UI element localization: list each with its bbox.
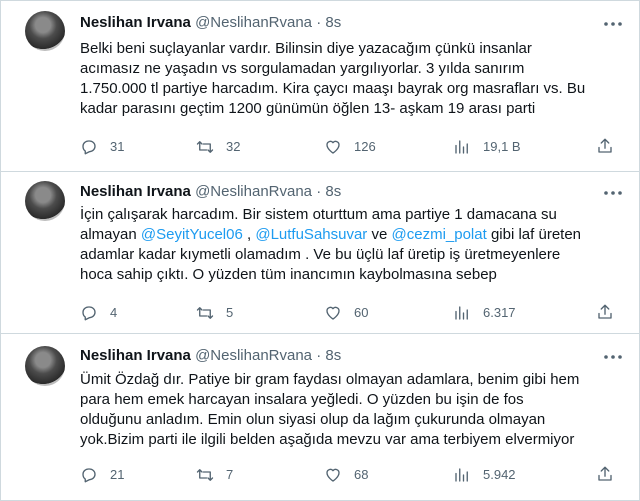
mention-link[interactable]: @cezmi_polat <box>392 226 487 243</box>
tweet-text: Belki beni suçlayanlar vardır. Bilinsin … <box>80 39 630 119</box>
mention-link[interactable]: @LutfuSahsuvar <box>255 226 367 243</box>
tweet-text-line: Ümit Özdağ dır. Patiye bir gram faydası … <box>80 371 580 388</box>
mention-link[interactable]: @SeyitYucel06 <box>141 226 243 243</box>
share-icon <box>598 466 612 481</box>
text-segment: ve <box>367 226 392 243</box>
reply-count: 4 <box>110 305 118 320</box>
like-button[interactable]: 60 <box>324 303 368 323</box>
like-icon <box>326 468 340 482</box>
tweet-text-line: almayan @SeyitYucel06 , @LutfuSahsuvar v… <box>80 225 630 245</box>
tweet-text-line: olduğunu anladım. Emin olun siyasi olup … <box>80 411 546 428</box>
reply-button[interactable]: 31 <box>80 137 124 157</box>
views-count: 19,1 B <box>483 139 521 154</box>
display-name[interactable]: Neslihan Irvana <box>80 183 191 200</box>
action-bar: 4 5 60 6.317 <box>80 303 620 323</box>
reply-icon <box>82 468 96 483</box>
separator: · <box>316 347 322 364</box>
tweet-text: İçin çalışarak harcadım. Bir sistem otur… <box>80 205 630 285</box>
like-count: 126 <box>354 139 376 154</box>
retweet-icon <box>196 141 214 153</box>
text-segment: gibi laf üreten <box>486 226 582 243</box>
display-name[interactable]: Neslihan Irvana <box>80 347 191 364</box>
like-button[interactable]: 68 <box>324 465 368 485</box>
more-icon[interactable] <box>603 18 623 36</box>
views-button[interactable]: 19,1 B <box>453 137 521 157</box>
action-bar: 21 7 68 5.942 <box>80 465 620 485</box>
avatar[interactable] <box>25 346 65 386</box>
share-button[interactable] <box>596 137 614 155</box>
thread-container: Neslihan Irvana @NeslihanRvana · 8s Belk… <box>0 0 640 501</box>
text-segment: , <box>242 226 256 243</box>
separator: · <box>316 183 322 200</box>
retweet-button[interactable]: 7 <box>196 465 233 485</box>
reply-icon <box>82 306 96 321</box>
tweet-text-line: kadar parasını geçtim 1200 günümün öğlen… <box>80 100 536 117</box>
like-count: 60 <box>354 305 369 320</box>
timestamp[interactable]: 8s <box>325 14 341 31</box>
tweet[interactable]: Neslihan Irvana @NeslihanRvana · 8s İçin… <box>1 172 640 334</box>
views-count: 6.317 <box>483 305 516 320</box>
tweet-header: Neslihan Irvana @NeslihanRvana · 8s <box>80 183 341 201</box>
tweet[interactable]: Neslihan Irvana @NeslihanRvana · 8s Belk… <box>1 1 640 172</box>
separator: · <box>316 14 322 31</box>
tweet-header: Neslihan Irvana @NeslihanRvana · 8s <box>80 347 341 365</box>
tweet-text-line: adamlar kadar kıymetli olamadım . Ve bu … <box>80 246 561 263</box>
tweet-text-line: yok.Bizim parti ile ilgili belden aşağıd… <box>80 431 575 448</box>
tweet-header: Neslihan Irvana @NeslihanRvana · 8s <box>80 14 341 32</box>
display-name[interactable]: Neslihan Irvana <box>80 14 191 31</box>
views-icon <box>455 468 468 482</box>
views-icon <box>455 140 468 154</box>
handle[interactable]: @NeslihanRvana <box>195 14 312 31</box>
reply-button[interactable]: 21 <box>80 465 124 485</box>
more-icon[interactable] <box>603 351 623 369</box>
views-button[interactable]: 6.317 <box>453 303 516 323</box>
reply-count: 21 <box>110 467 125 482</box>
retweet-count: 32 <box>226 139 241 154</box>
tweet-text: Ümit Özdağ dır. Patiye bir gram faydası … <box>80 370 630 450</box>
reply-count: 31 <box>110 139 125 154</box>
action-bar: 31 32 126 19,1 B <box>80 137 620 157</box>
views-count: 5.942 <box>483 467 516 482</box>
share-icon <box>598 138 612 153</box>
tweet-text-line: para hem emek harcayan insalara yeğledi.… <box>80 391 524 408</box>
retweet-button[interactable]: 32 <box>196 137 240 157</box>
share-icon <box>598 304 612 319</box>
handle[interactable]: @NeslihanRvana <box>195 347 312 364</box>
retweet-icon <box>196 469 214 481</box>
tweet-text-line: 1.750.000 tl partiye harcadım. Kira çayc… <box>80 80 586 97</box>
handle[interactable]: @NeslihanRvana <box>195 183 312 200</box>
like-icon <box>326 140 340 154</box>
timestamp[interactable]: 8s <box>325 347 341 364</box>
reply-icon <box>82 140 96 155</box>
retweet-button[interactable]: 5 <box>196 303 233 323</box>
views-icon <box>455 306 468 320</box>
share-button[interactable] <box>596 465 614 483</box>
text-segment: almayan <box>80 226 141 243</box>
retweet-count: 5 <box>226 305 234 320</box>
reply-button[interactable]: 4 <box>80 303 117 323</box>
views-button[interactable]: 5.942 <box>453 465 516 485</box>
tweet-text-line: acımasız ne yaşadın vs sorgulamadan yarg… <box>80 60 525 77</box>
retweet-count: 7 <box>226 467 234 482</box>
more-icon[interactable] <box>603 187 623 205</box>
avatar[interactable] <box>25 181 65 221</box>
like-icon <box>326 306 340 320</box>
retweet-icon <box>196 307 214 319</box>
tweet-text-line: hoca sahip çıktı. O yüzden tüm inancımın… <box>80 266 497 283</box>
like-button[interactable]: 126 <box>324 137 376 157</box>
tweet-text-line: İçin çalışarak harcadım. Bir sistem otur… <box>80 206 557 223</box>
avatar[interactable] <box>25 11 65 51</box>
like-count: 68 <box>354 467 369 482</box>
share-button[interactable] <box>596 303 614 321</box>
tweet-text-line: Belki beni suçlayanlar vardır. Bilinsin … <box>80 40 532 57</box>
timestamp[interactable]: 8s <box>325 183 341 200</box>
tweet[interactable]: Neslihan Irvana @NeslihanRvana · 8s Ümit… <box>1 334 640 501</box>
